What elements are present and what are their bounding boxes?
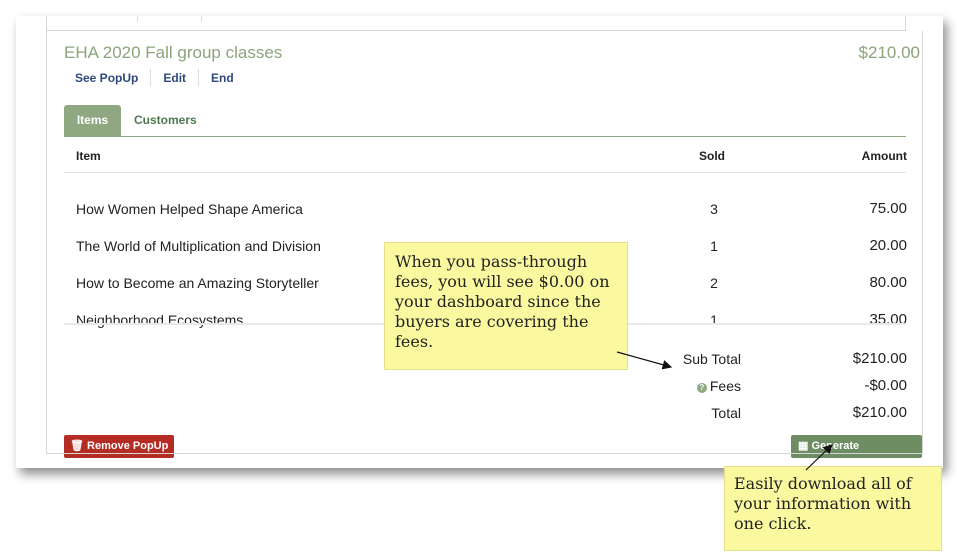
table-row-amount: 35.00: [869, 311, 907, 328]
card-bottom-border: [46, 453, 923, 454]
table-row-amount: 75.00: [869, 200, 907, 217]
card-total-amount: $210.00: [858, 43, 920, 62]
previous-card-divider: [201, 16, 202, 22]
total-value: $210.00: [852, 404, 907, 421]
tab-bar: Items Customers: [64, 105, 906, 137]
end-link[interactable]: End: [198, 69, 246, 87]
column-header-sold: Sold: [699, 149, 725, 163]
total-label: Total: [711, 405, 741, 421]
table-row-amount: 20.00: [869, 237, 907, 254]
header-divider: [64, 172, 906, 173]
subtotal-value: $210.00: [852, 350, 907, 367]
table-row-item: How Women Helped Shape America: [76, 201, 303, 217]
fees-label-wrap: ? Fees: [696, 378, 741, 394]
generate-spreadsheet-button[interactable]: ▦ Generate Spreadsheet: [791, 435, 922, 468]
tab-items[interactable]: Items: [64, 105, 121, 136]
tab-customers[interactable]: Customers: [134, 105, 197, 136]
table-row-item: The World of Multiplication and Division: [76, 238, 321, 254]
table-row-sold: 3: [710, 201, 718, 217]
table-row-item: Neighborhood Ecosystems: [76, 312, 244, 328]
see-popup-link[interactable]: See PopUp: [63, 69, 150, 87]
remove-popup-label: Remove PopUp: [87, 440, 169, 452]
previous-card-divider: [137, 16, 138, 22]
column-header-item: Item: [76, 149, 101, 163]
trash-icon: 🗑: [70, 440, 84, 452]
spreadsheet-icon: ▦: [798, 440, 809, 452]
card-title: EHA 2020 Fall group classes: [64, 43, 283, 62]
card-actions: See PopUp Edit End: [63, 69, 246, 87]
fees-callout: When you pass-through fees, you will see…: [384, 242, 628, 370]
spreadsheet-callout: Easily download all of your information …: [724, 466, 942, 551]
subtotal-label: Sub Total: [682, 351, 741, 367]
table-row-sold: 1: [710, 312, 718, 328]
previous-card-edge: [46, 16, 906, 31]
help-icon[interactable]: ?: [696, 383, 707, 393]
table-row-sold: 2: [710, 275, 718, 291]
table-row-sold: 1: [710, 238, 718, 254]
column-header-amount: Amount: [861, 149, 907, 163]
edit-link[interactable]: Edit: [150, 69, 198, 87]
table-row-amount: 80.00: [869, 274, 907, 291]
fees-label: Fees: [709, 378, 741, 394]
remove-popup-button[interactable]: 🗑 Remove PopUp: [64, 435, 175, 458]
fees-value: -$0.00: [864, 377, 907, 394]
generate-spreadsheet-label: Generate Spreadsheet: [798, 440, 864, 468]
table-row-item: How to Become an Amazing Storyteller: [76, 275, 319, 291]
